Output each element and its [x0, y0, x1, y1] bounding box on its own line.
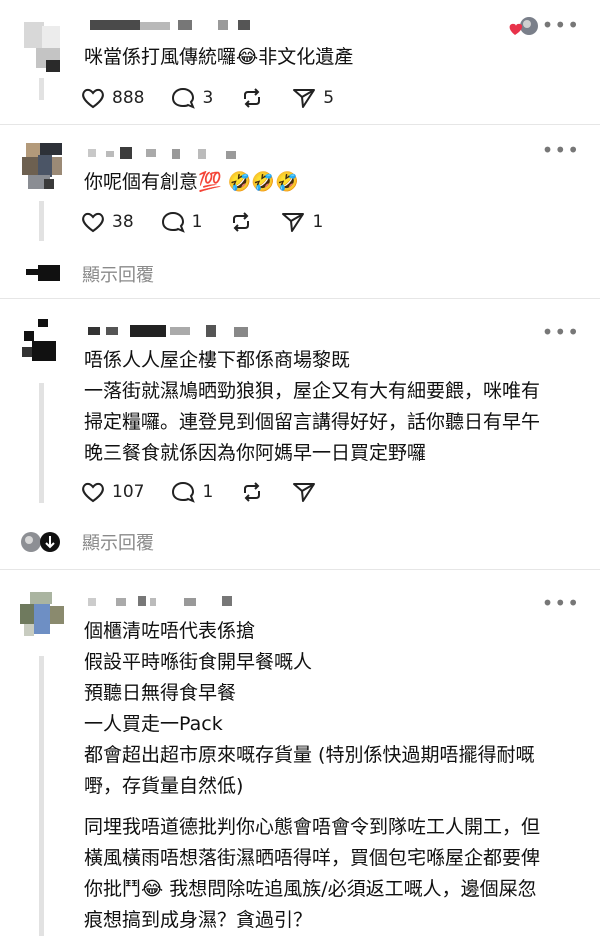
post-text-line: 嘢，存貨量自然低) [84, 775, 244, 797]
like-count: 107 [112, 482, 145, 502]
username-redacted[interactable] [86, 145, 266, 159]
repost-icon [244, 88, 261, 108]
post-text-line: 都會超出超市原來嘅存貨量 (特別係快過期唔擺得耐嘅 [84, 744, 535, 766]
post-text-line: 咪當係打風傳統囉😂非文化遺產 [84, 46, 354, 68]
show-replies-link[interactable]: 顯示回覆 [82, 261, 154, 287]
comment-count: 1 [191, 212, 203, 232]
repost-button[interactable] [228, 210, 254, 234]
comment-button[interactable]: 1 [160, 210, 203, 234]
comment-button[interactable]: 3 [170, 86, 213, 110]
repost-icon [233, 212, 250, 232]
thread-line [39, 78, 44, 100]
comment-icon [161, 211, 185, 233]
reply-post-3: ••• 唔係人人屋企樓下都係商場黎既 一落街就濕鳩晒勁狼狽，屋企又有大有細要餵，… [0, 299, 600, 569]
post-text-line: 假設平時喺街食開早餐嘅人 [84, 651, 313, 673]
comment-count: 1 [202, 482, 214, 502]
like-button[interactable]: 38 [80, 210, 134, 234]
avatar[interactable] [18, 16, 66, 72]
like-button[interactable]: 888 [80, 86, 144, 110]
username-redacted[interactable] [86, 594, 266, 608]
more-options-icon[interactable]: ••• [542, 140, 580, 160]
repost-button[interactable] [239, 480, 265, 504]
like-button[interactable]: 107 [80, 480, 144, 504]
send-icon [282, 213, 305, 232]
post-text: 咪當係打風傳統囉😂非文化遺產 [84, 42, 584, 73]
show-replies-link[interactable]: 顯示回覆 [82, 529, 154, 555]
post-text-line: 掃定糧囉。連登見到個留言講得好好，話你聽日有早午 [84, 411, 541, 433]
more-options-icon[interactable]: ••• [542, 15, 580, 35]
like-count: 888 [112, 88, 145, 108]
thread-line [39, 656, 44, 936]
post-text-line: 你呢個有創意💯 🤣🤣🤣 [84, 171, 299, 193]
comment-icon [172, 481, 196, 503]
heart-icon [82, 482, 104, 503]
post-text-line: 唔係人人屋企樓下都係商場黎既 [84, 349, 351, 371]
username-redacted[interactable] [86, 323, 266, 337]
heart-icon [82, 212, 104, 233]
share-button[interactable] [291, 480, 317, 504]
avatar[interactable] [18, 590, 66, 646]
reply-avatar [26, 263, 60, 283]
comment-button[interactable]: 1 [170, 480, 213, 504]
post-text-line: 你批鬥😂 我想問除咗追風族/必須返工嘅人，邊個屎忽 [84, 878, 537, 900]
thread-line [39, 383, 44, 503]
post-text-line: 一落街就濕鳩晒勁狼狽，屋企又有大有細要餵，咪唯有 [84, 380, 541, 402]
post-text-line: 痕想搞到成身濕？貪過引？ [84, 909, 313, 931]
share-count: 5 [323, 88, 335, 108]
heart-icon [82, 88, 104, 109]
post-text-line: 個櫃清咗唔代表係搶 [84, 620, 256, 642]
reply-post-2: ••• 你呢個有創意💯 🤣🤣🤣 38 1 1 顯示回覆 [0, 125, 600, 300]
comment-count: 3 [202, 88, 214, 108]
share-button[interactable]: 5 [291, 86, 334, 110]
post-text-line: 晚三餐食就係因為你阿媽早一日買定野囉 [84, 442, 427, 464]
reply-post-1: ••• 咪當係打風傳統囉😂非文化遺產 888 3 5 [0, 0, 600, 125]
repost-button[interactable] [239, 86, 265, 110]
liked-by-author-badge [508, 16, 540, 38]
send-icon [293, 89, 316, 108]
thread-line [39, 201, 44, 241]
comment-icon [172, 87, 196, 109]
avatar[interactable] [18, 317, 66, 373]
share-count: 1 [312, 212, 324, 232]
post-text-line: 預聽日無得食早餐 [84, 682, 237, 704]
post-text: 你呢個有創意💯 🤣🤣🤣 [84, 167, 584, 198]
post-text-line: 同埋我唔道德批判你心態會唔會令到隊咗工人開工，但 [84, 816, 541, 838]
action-bar: 888 3 5 [80, 83, 360, 113]
send-icon [293, 483, 316, 502]
post-text: 唔係人人屋企樓下都係商場黎既 一落街就濕鳩晒勁狼狽，屋企又有大有細要餵，咪唯有 … [84, 345, 584, 469]
more-options-icon[interactable]: ••• [542, 593, 580, 613]
action-bar: 38 1 1 [80, 207, 349, 237]
avatar[interactable] [18, 141, 66, 197]
share-button[interactable]: 1 [280, 210, 323, 234]
more-options-icon[interactable]: ••• [542, 322, 580, 342]
post-text: 個櫃清咗唔代表係搶 假設平時喺街食開早餐嘅人 預聽日無得食早餐 一人買走一Pac… [84, 616, 584, 936]
like-count: 38 [112, 212, 134, 232]
action-bar: 107 1 [80, 477, 343, 507]
repost-icon [244, 482, 261, 502]
username-redacted[interactable] [86, 18, 266, 32]
reply-avatars [20, 530, 64, 554]
post-text-line: 一人買走一Pack [84, 713, 223, 735]
post-text-line: 橫風橫雨唔想落街濕晒唔得咩，買個包宅喺屋企都要俾 [84, 847, 541, 869]
reply-post-4: ••• 個櫃清咗唔代表係搶 假設平時喺街食開早餐嘅人 預聽日無得食早餐 一人買走… [0, 570, 600, 936]
